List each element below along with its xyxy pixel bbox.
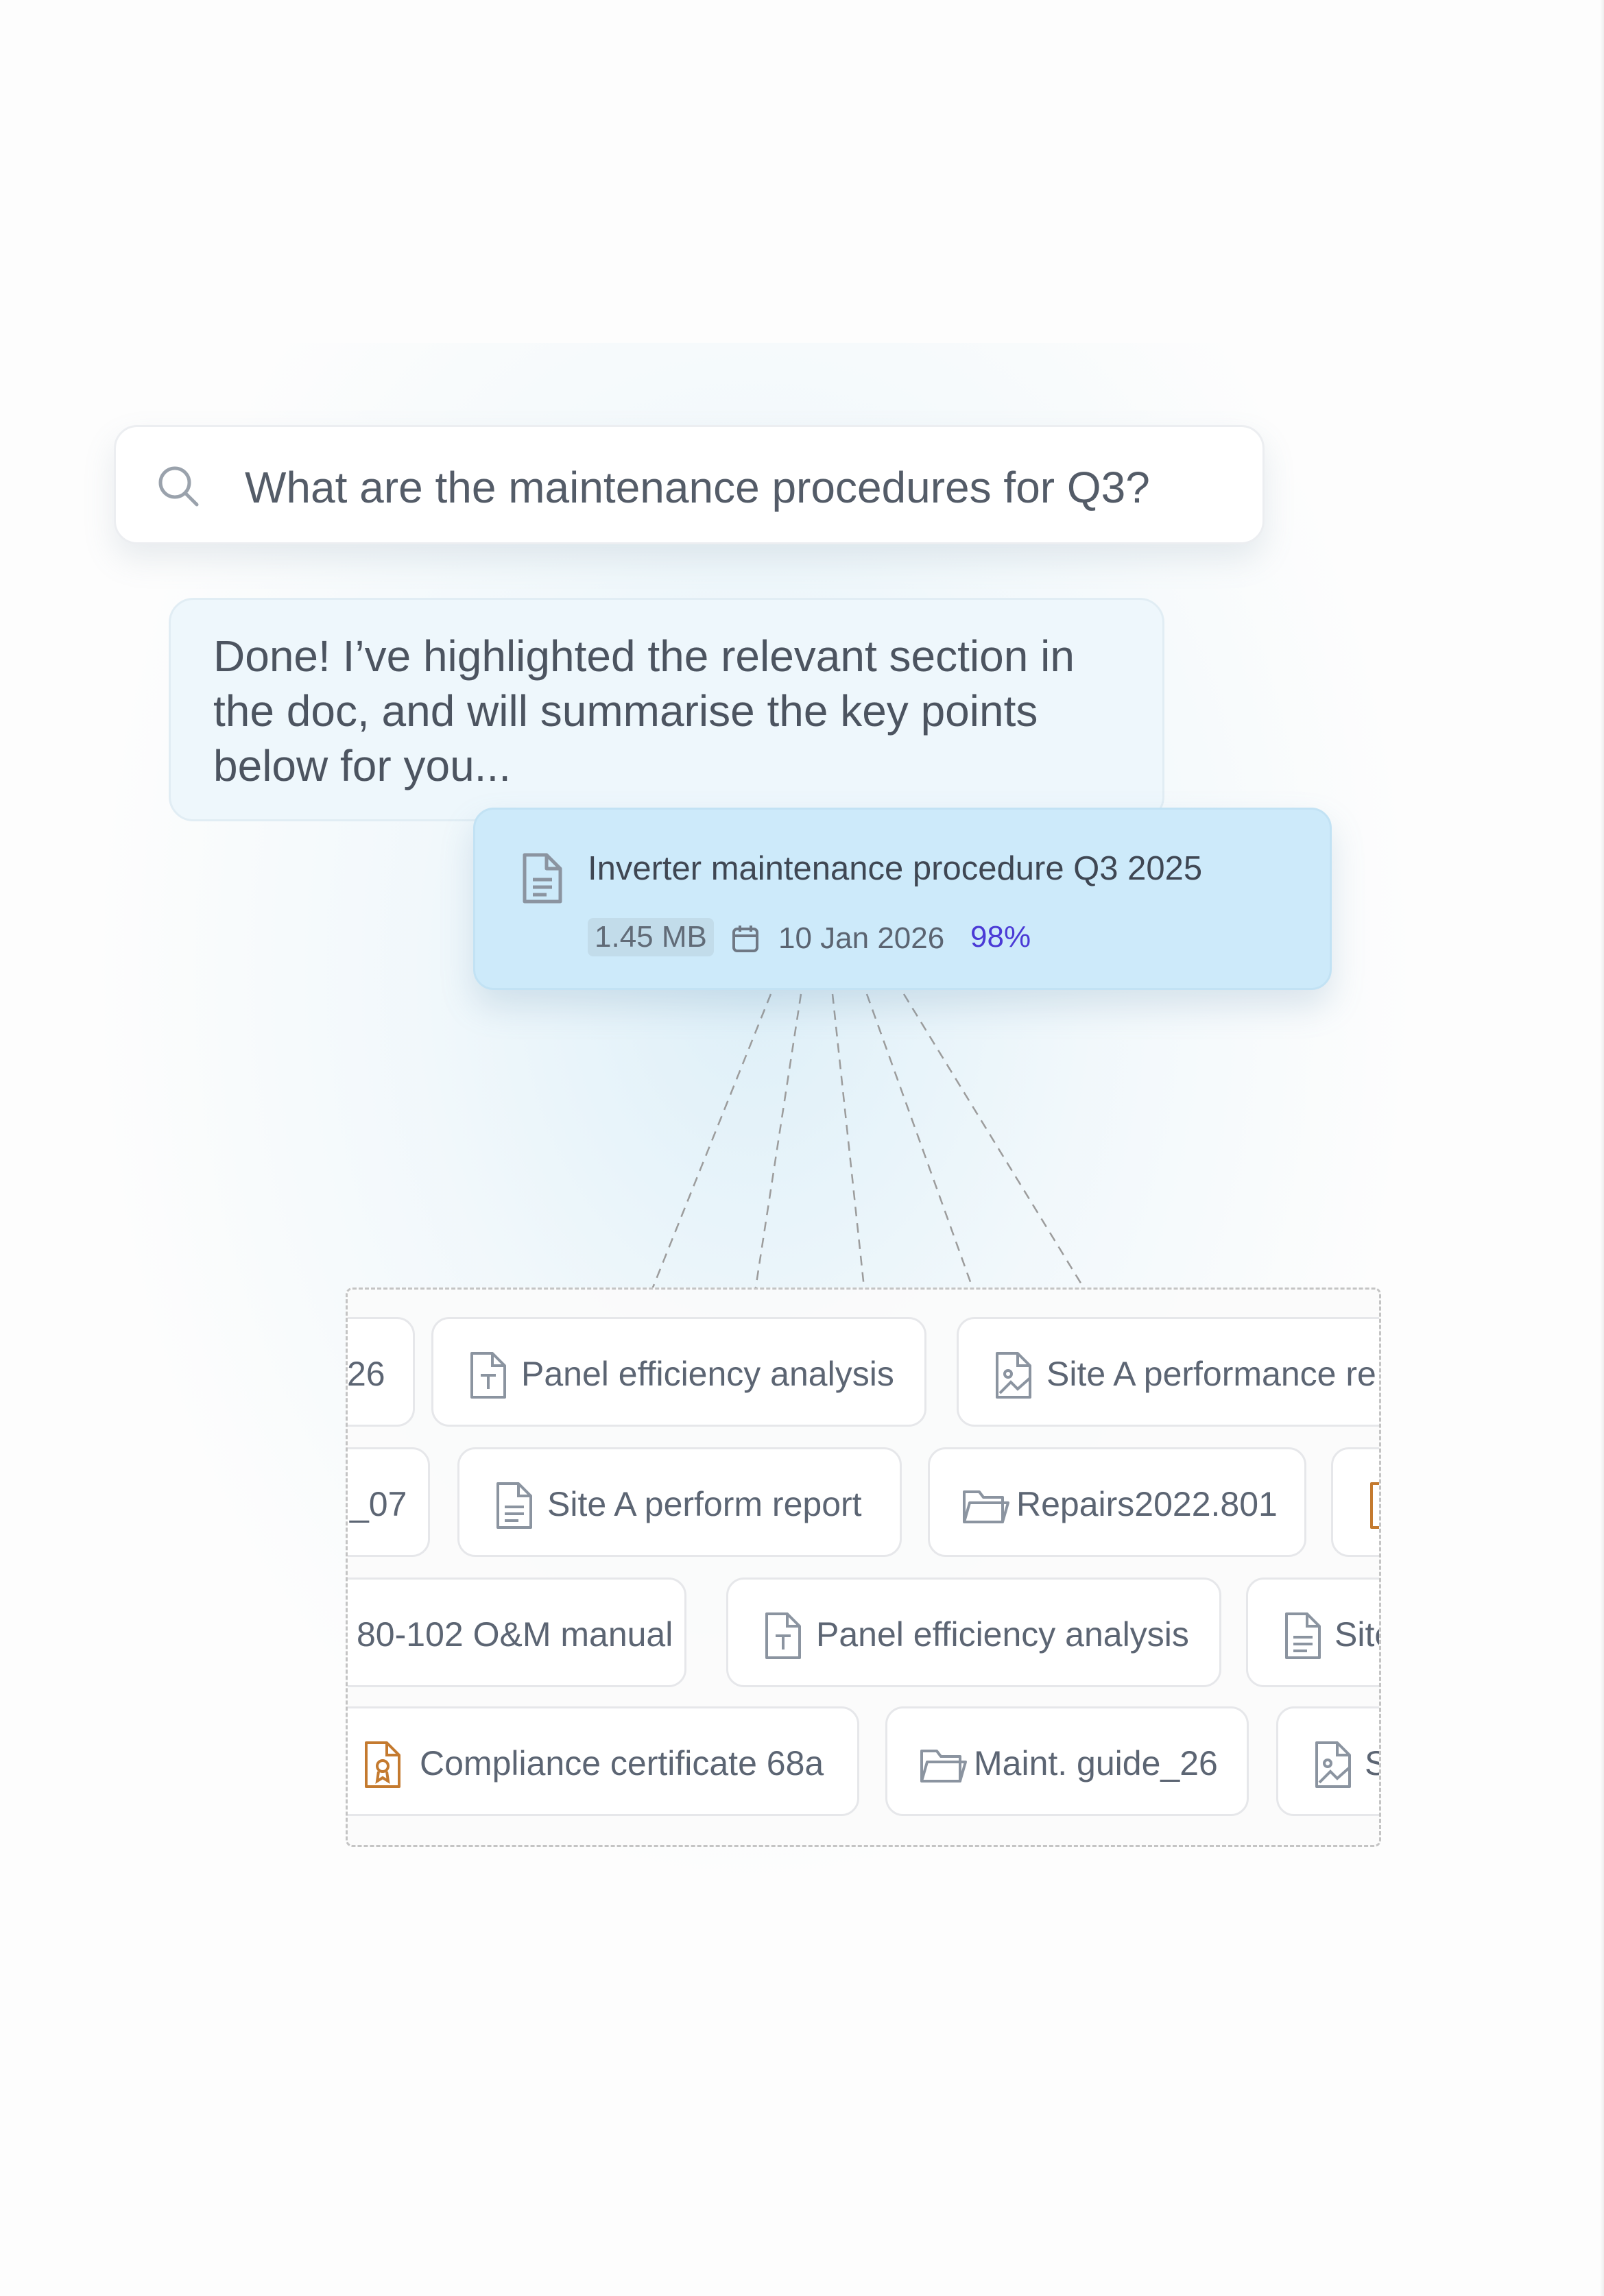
file-chip-label: Site A perform report: [547, 1485, 862, 1523]
image-file-icon: [1315, 1741, 1351, 1788]
connector-lines: [651, 993, 1085, 1288]
file-chip[interactable]: Panel efficiency analysis: [431, 1317, 926, 1427]
file-chip-label: Panel efficiency analysis: [816, 1615, 1189, 1654]
search-icon: [158, 466, 199, 507]
file-chip[interactable]: Maint. guide_26: [885, 1706, 1249, 1816]
file-chip-label: S: [1365, 1741, 1379, 1785]
file-chip-label: 26: [347, 1355, 385, 1393]
page-edge: [1600, 0, 1604, 2296]
document-title[interactable]: Inverter maintenance procedure Q3 2025: [588, 848, 1202, 889]
file-chip[interactable]: Repairs2022.801: [928, 1447, 1306, 1557]
connector-line: [902, 993, 1085, 1288]
file-chip-label: Repairs2022.801: [1016, 1485, 1278, 1523]
folder-icon: [920, 1750, 967, 1783]
file-chip[interactable]: 80-102 O&M manual: [348, 1578, 686, 1687]
related-files-panel: 26 Panel efficiency analysis Site A perf…: [346, 1288, 1381, 1847]
file-chip[interactable]: Site A performance re: [957, 1317, 1379, 1427]
file-chip[interactable]: 26: [347, 1317, 415, 1427]
file-chip[interactable]: S: [1276, 1706, 1379, 1816]
document-icon: [523, 853, 562, 904]
certificate-icon: [1370, 1482, 1379, 1529]
file-chip[interactable]: _07: [348, 1447, 430, 1557]
file-chip-label: Site A performance re: [1046, 1355, 1376, 1393]
file-chip-label: Site: [1334, 1615, 1379, 1654]
assistant-response-bubble: Done! I’ve highlighted the relevant sect…: [169, 598, 1164, 821]
document-date: 10 Jan 2026: [778, 921, 945, 955]
connector-line: [865, 993, 974, 1288]
search-bar[interactable]: What are the maintenance procedures for …: [114, 425, 1265, 544]
file-chip[interactable]: [1331, 1447, 1379, 1557]
image-file-icon: [996, 1352, 1031, 1399]
file-chip[interactable]: Panel efficiency analysis: [726, 1578, 1221, 1687]
file-chip-label: Compliance certificate 68a: [420, 1744, 824, 1783]
certificate-icon: [365, 1741, 400, 1788]
connector-line: [831, 993, 865, 1288]
file-chip-label: 80-102 O&M manual: [357, 1615, 673, 1654]
file-chip[interactable]: Compliance certificate 68a: [348, 1706, 859, 1816]
folder-icon: [963, 1490, 1009, 1523]
document-result-card[interactable]: Inverter maintenance procedure Q3 2025 1…: [473, 808, 1332, 990]
assistant-response-text: Done! I’ve highlighted the relevant sect…: [213, 631, 1075, 790]
text-file-icon: [470, 1352, 506, 1399]
file-chip-label: _07: [350, 1485, 407, 1523]
document-icon: [496, 1482, 532, 1529]
relevance-score: 98%: [970, 920, 1031, 954]
search-query[interactable]: What are the maintenance procedures for …: [245, 461, 1150, 513]
text-file-icon: [765, 1612, 801, 1659]
file-chip[interactable]: Site: [1246, 1578, 1379, 1687]
file-chip[interactable]: Site A perform report: [457, 1447, 902, 1557]
document-icon: [1285, 1612, 1321, 1659]
connector-line: [651, 993, 772, 1288]
document-file-size: 1.45 MB: [588, 918, 714, 956]
calendar-icon: [732, 926, 758, 952]
connector-line: [754, 993, 802, 1288]
file-chip-label: Panel efficiency analysis: [521, 1355, 894, 1393]
file-chip-label: Maint. guide_26: [974, 1744, 1218, 1783]
